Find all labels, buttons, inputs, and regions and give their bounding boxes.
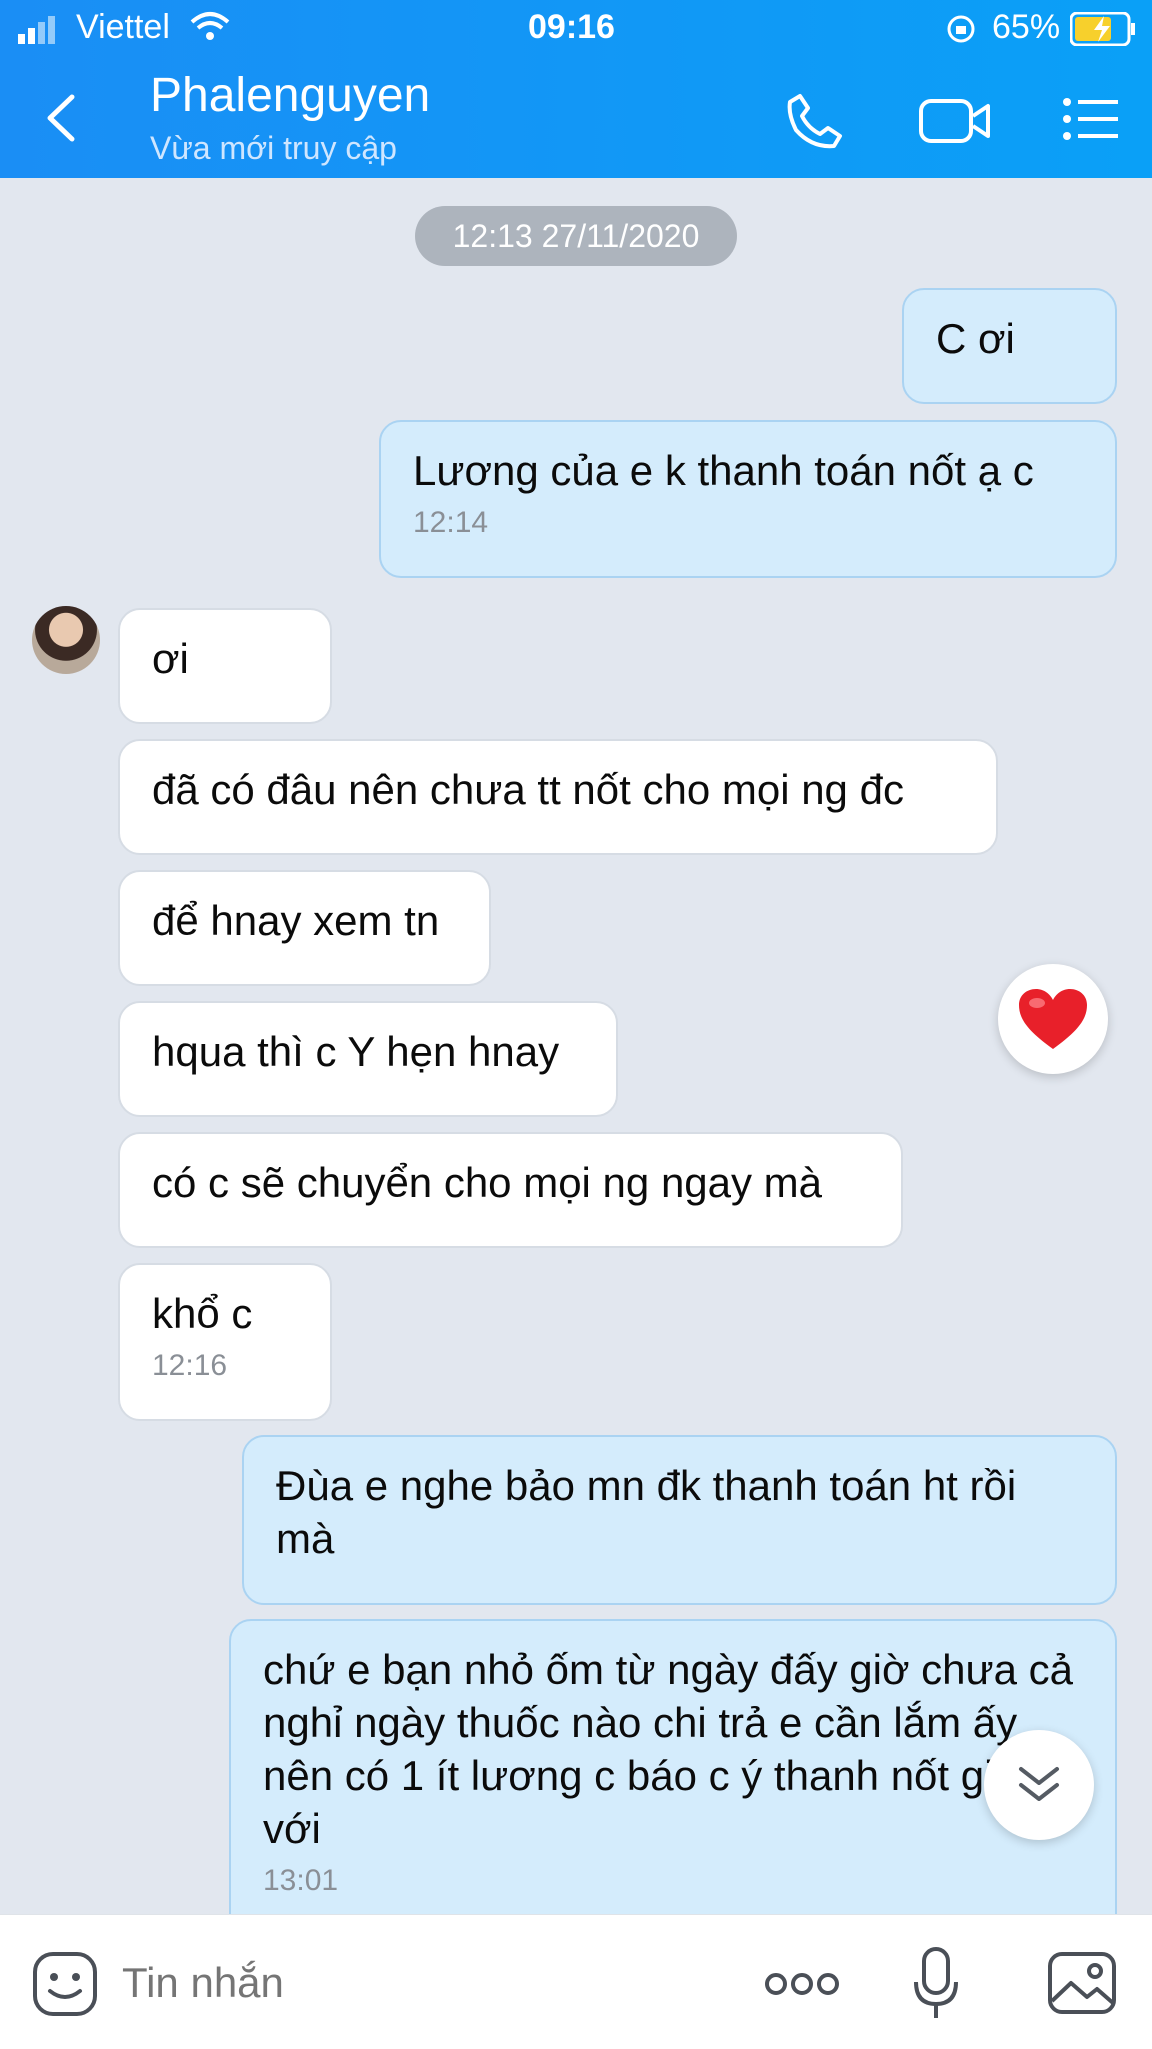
heart-icon xyxy=(1019,989,1087,1049)
menu-icon xyxy=(1063,98,1118,140)
video-icon xyxy=(919,99,990,143)
message-bubble[interactable]: Lương của e k thanh toán nốt ạ c 12:14 xyxy=(379,420,1117,578)
carrier-name: Viettel xyxy=(76,8,170,46)
clock: 09:16 xyxy=(528,8,615,46)
contact-name[interactable]: Phalenguyen xyxy=(150,68,430,123)
message-time: 13:01 xyxy=(263,1864,339,1897)
rotation-lock-icon xyxy=(946,14,976,49)
emoji-icon xyxy=(33,1952,97,2016)
message-text: đã có đâu nên chưa tt nốt cho mọi ng đc xyxy=(152,766,904,813)
voice-message-button[interactable] xyxy=(906,1943,966,2025)
sticker-button[interactable] xyxy=(30,1949,100,2019)
microphone-icon xyxy=(914,1947,958,2018)
message-bubble[interactable]: hqua thì c Y hẹn hnay xyxy=(118,1001,618,1117)
message-bubble[interactable]: C ơi xyxy=(902,288,1117,404)
message-bubble[interactable]: Đùa e nghe bảo mn đk thanh toán ht rồi m… xyxy=(242,1435,1117,1605)
phone-icon xyxy=(787,94,842,149)
message-time: 12:16 xyxy=(152,1349,228,1382)
photo-button[interactable] xyxy=(1044,1947,1120,2019)
message-text: khổ c xyxy=(152,1290,253,1337)
image-icon xyxy=(1048,1952,1116,2014)
message-text: hqua thì c Y hẹn hnay xyxy=(152,1028,560,1075)
reaction-button[interactable] xyxy=(998,964,1108,1074)
message-bubble[interactable]: khổ c 12:16 xyxy=(118,1263,332,1421)
message-text: C ơi xyxy=(936,315,1015,362)
message-text: chứ e bạn nhỏ ốm từ ngày đấy giờ chưa cả… xyxy=(263,1646,1076,1852)
message-text: Đùa e nghe bảo mn đk thanh toán ht rồi m… xyxy=(276,1462,1017,1562)
message-bubble[interactable]: chứ e bạn nhỏ ốm từ ngày đấy giờ chưa cả… xyxy=(229,1619,1117,1914)
message-input[interactable] xyxy=(120,1945,724,2021)
double-chevron-down-icon xyxy=(1019,1767,1059,1801)
chat-header: Viettel 09:16 65% Phalenguyen Vừa mới tr… xyxy=(0,0,1152,178)
back-button[interactable] xyxy=(36,88,86,148)
voice-call-button[interactable] xyxy=(780,86,850,156)
message-time: 12:14 xyxy=(413,506,489,539)
battery-percent: 65% xyxy=(992,8,1061,46)
video-call-button[interactable] xyxy=(910,86,1000,156)
battery-icon xyxy=(1069,11,1136,51)
date-separator: 12:13 27/11/2020 xyxy=(415,206,737,266)
message-bubble[interactable]: ơi xyxy=(118,608,332,724)
more-options-button[interactable] xyxy=(760,1959,844,2009)
message-text: để hnay xem tn xyxy=(152,897,440,944)
message-bubble[interactable]: để hnay xem tn xyxy=(118,870,491,986)
status-bar: Viettel 09:16 65% xyxy=(0,0,1152,60)
message-text: ơi xyxy=(152,635,189,682)
options-button[interactable] xyxy=(1058,86,1124,152)
avatar[interactable] xyxy=(32,606,100,674)
message-composer xyxy=(0,1914,1152,2049)
message-text: Lương của e k thanh toán nốt ạ c xyxy=(413,447,1034,494)
scroll-to-bottom-button[interactable] xyxy=(984,1730,1094,1840)
message-text: có c sẽ chuyển cho mọi ng ngay mà xyxy=(152,1159,823,1206)
message-bubble[interactable]: có c sẽ chuyển cho mọi ng ngay mà xyxy=(118,1132,903,1248)
message-bubble[interactable]: đã có đâu nên chưa tt nốt cho mọi ng đc xyxy=(118,739,998,855)
signal-icon xyxy=(18,16,58,49)
wifi-icon xyxy=(190,10,230,47)
contact-status: Vừa mới truy cập xyxy=(150,130,397,166)
message-list[interactable]: 12:13 27/11/2020 C ơi Lương của e k than… xyxy=(0,178,1152,1914)
more-icon xyxy=(765,1973,839,1995)
back-icon xyxy=(47,94,75,142)
